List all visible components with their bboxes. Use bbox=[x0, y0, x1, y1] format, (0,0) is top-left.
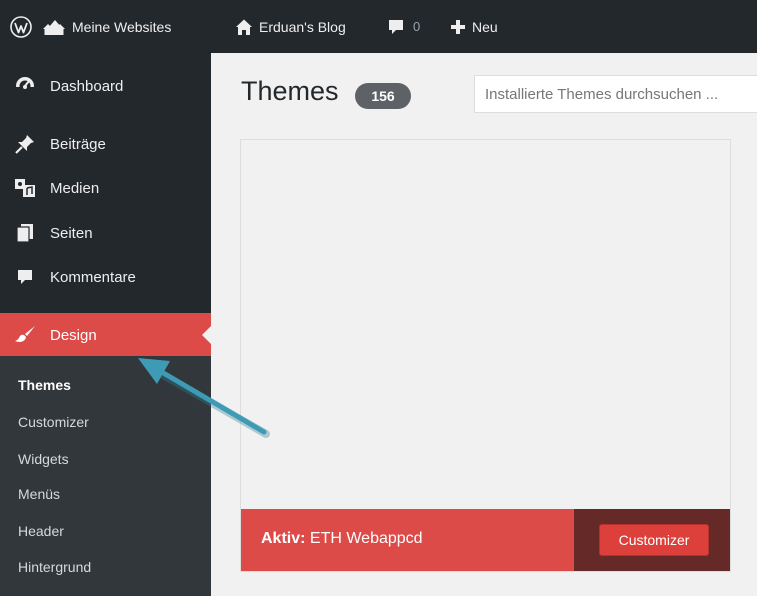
admin-bar: Meine Websites Erduan's Blog 0 Neu bbox=[0, 0, 757, 53]
paintbrush-icon bbox=[14, 324, 36, 346]
media-icon bbox=[14, 177, 36, 199]
theme-screenshot[interactable] bbox=[241, 140, 730, 508]
sidebar-item-pages[interactable]: Seiten bbox=[0, 211, 211, 255]
themes-count-badge: 156 bbox=[355, 83, 411, 109]
design-submenu: Themes Customizer Widgets Menüs Header H… bbox=[0, 356, 211, 596]
customize-button[interactable]: Customizer bbox=[599, 524, 709, 556]
my-sites-menu[interactable]: Meine Websites bbox=[42, 0, 171, 53]
submenu-item-menus[interactable]: Menüs bbox=[18, 486, 60, 502]
sidebar-item-label: Kommentare bbox=[50, 268, 136, 286]
site-name-menu[interactable]: Erduan's Blog bbox=[235, 0, 346, 53]
submenu-item-customizer[interactable]: Customizer bbox=[18, 414, 89, 430]
comments-menu[interactable]: 0 bbox=[387, 0, 420, 53]
site-name-label: Erduan's Blog bbox=[259, 18, 346, 35]
submenu-item-widgets[interactable]: Widgets bbox=[18, 451, 69, 467]
comment-icon bbox=[14, 266, 36, 288]
sidebar-item-label: Beiträge bbox=[50, 135, 106, 153]
new-label: Neu bbox=[472, 18, 498, 35]
sidebar-item-label: Dashboard bbox=[50, 77, 124, 95]
sidebar-item-dashboard[interactable]: Dashboard bbox=[0, 64, 211, 108]
pushpin-icon bbox=[14, 133, 36, 155]
active-theme-card[interactable]: Aktiv: ETH Webappcd Customizer bbox=[240, 139, 731, 572]
sidebar-item-posts[interactable]: Beiträge bbox=[0, 122, 211, 166]
dashboard-icon bbox=[14, 75, 36, 97]
active-indicator bbox=[202, 326, 211, 344]
sidebar-item-media[interactable]: Medien bbox=[0, 166, 211, 210]
submenu-item-themes[interactable]: Themes bbox=[18, 377, 71, 393]
wordpress-logo-icon[interactable] bbox=[10, 0, 32, 53]
page-title: Themes bbox=[241, 76, 339, 106]
submenu-item-header[interactable]: Header bbox=[18, 523, 64, 539]
sidebar-item-design[interactable]: Design bbox=[0, 313, 211, 357]
sidebar-item-comments[interactable]: Kommentare bbox=[0, 255, 211, 299]
new-content-menu[interactable]: Neu bbox=[450, 0, 498, 53]
sidebar-item-label: Medien bbox=[50, 179, 100, 197]
comments-count: 0 bbox=[413, 19, 421, 34]
theme-search-input[interactable] bbox=[474, 75, 757, 113]
sidebar-item-label: Design bbox=[50, 326, 97, 344]
plus-icon bbox=[450, 19, 466, 35]
active-theme-name: ETH Webappcd bbox=[309, 530, 423, 547]
theme-footer: Aktiv: ETH Webappcd Customizer bbox=[241, 509, 730, 571]
sidebar-item-label: Seiten bbox=[50, 224, 93, 242]
comment-bubble-icon bbox=[387, 18, 405, 36]
theme-name: Aktiv: ETH Webappcd bbox=[261, 530, 423, 548]
submenu-item-background[interactable]: Hintergrund bbox=[18, 559, 91, 575]
my-sites-icon bbox=[42, 18, 66, 36]
active-prefix: Aktiv: bbox=[261, 530, 306, 547]
theme-actions: Customizer bbox=[574, 509, 730, 571]
home-icon bbox=[235, 18, 253, 36]
pages-icon bbox=[14, 222, 36, 244]
my-sites-label: Meine Websites bbox=[72, 18, 172, 35]
